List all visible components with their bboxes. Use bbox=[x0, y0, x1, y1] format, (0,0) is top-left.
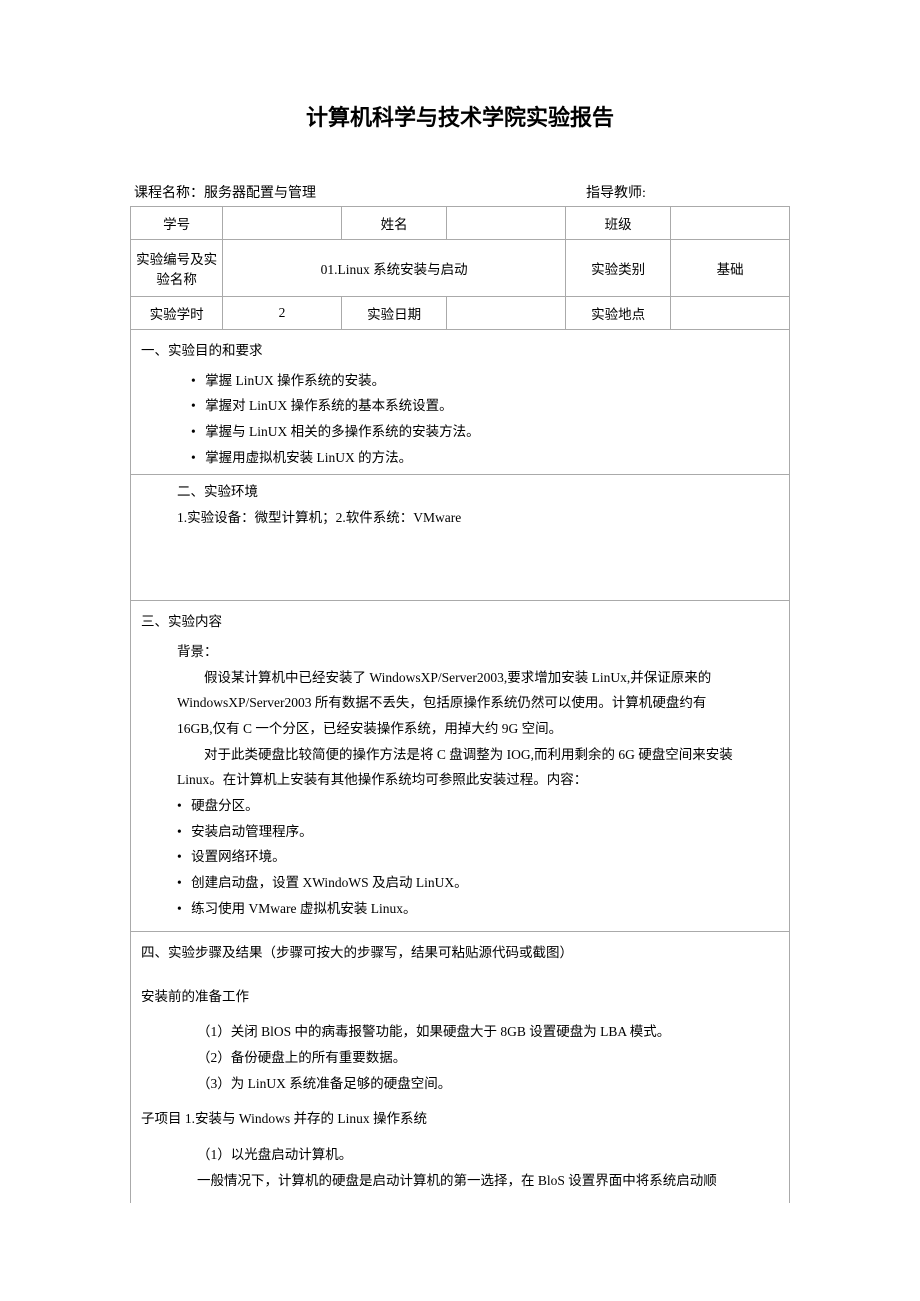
section3-list: 硬盘分区。 安装启动管理程序。 设置网络环境。 创建启动盘，设置 XWindoW… bbox=[177, 793, 779, 921]
section-4: 四、实验步骤及结果（步骤可按大的步骤写，结果可粘贴源代码或截图） 安装前的准备工… bbox=[130, 932, 790, 1203]
list-item: 掌握 LinUX 操作系统的安装。 bbox=[191, 368, 779, 394]
meta-row: 课程名称：服务器配置与管理 指导教师: bbox=[130, 182, 790, 202]
prep-2: （2）备份硬盘上的所有重要数据。 bbox=[141, 1045, 779, 1071]
cell-student-id-value bbox=[223, 207, 342, 240]
prep-3: （3）为 LinUX 系统准备足够的硬盘空间。 bbox=[141, 1071, 779, 1097]
section3-head: 三、实验内容 bbox=[141, 609, 779, 635]
cell-place-value bbox=[671, 297, 790, 330]
section1-head: 一、实验目的和要求 bbox=[141, 338, 779, 364]
cell-exp-type-value: 基础 bbox=[671, 240, 790, 297]
section2-line: 1.实验设备：微型计算机；2.软件系统：VMware bbox=[177, 505, 779, 531]
cell-name-value bbox=[447, 207, 566, 240]
cell-class-label: 班级 bbox=[565, 207, 670, 240]
cell-class-value bbox=[671, 207, 790, 240]
section2-head: 二、实验环境 bbox=[177, 479, 779, 505]
cell-exp-name-value: 01.Linux 系统安装与启动 bbox=[223, 240, 566, 297]
table-row: 实验编号及实验名称 01.Linux 系统安装与启动 实验类别 基础 bbox=[131, 240, 790, 297]
cell-date-value bbox=[447, 297, 566, 330]
bg-p5: Linux。在计算机上安装有其他操作系统均可参照此安装过程。内容： bbox=[141, 767, 779, 793]
bg-p4: 对于此类硬盘比较简便的操作方法是将 C 盘调整为 IOG,而利用剩余的 6G 硬… bbox=[141, 742, 779, 768]
table-row: 学号 姓名 班级 bbox=[131, 207, 790, 240]
cell-exp-type-label: 实验类别 bbox=[565, 240, 670, 297]
table-row: 实验学时 2 实验日期 实验地点 bbox=[131, 297, 790, 330]
bg-p3: 16GB,仅有 C 一个分区，已经安装操作系统，用掉大约 9G 空间。 bbox=[141, 716, 779, 742]
info-table: 学号 姓名 班级 实验编号及实验名称 01.Linux 系统安装与启动 实验类别… bbox=[130, 206, 790, 330]
bg-p2: WindowsXP/Server2003 所有数据不丢失，包括原操作系统仍然可以… bbox=[141, 690, 779, 716]
cell-place-label: 实验地点 bbox=[565, 297, 670, 330]
section4-head: 四、实验步骤及结果（步骤可按大的步骤写，结果可粘贴源代码或截图） bbox=[141, 940, 779, 966]
cell-name-label: 姓名 bbox=[341, 207, 446, 240]
section-1-2: 一、实验目的和要求 掌握 LinUX 操作系统的安装。 掌握对 LinUX 操作… bbox=[130, 330, 790, 601]
course-value: 服务器配置与管理 bbox=[204, 186, 316, 201]
cell-student-id-label: 学号 bbox=[131, 207, 223, 240]
cell-hours-label: 实验学时 bbox=[131, 297, 223, 330]
bg-p1: 假设某计算机中已经安装了 WindowsXP/Server2003,要求增加安装… bbox=[141, 665, 779, 691]
list-item: 设置网络环境。 bbox=[177, 844, 779, 870]
list-item: 硬盘分区。 bbox=[177, 793, 779, 819]
cell-date-label: 实验日期 bbox=[341, 297, 446, 330]
teacher-label: 指导教师: bbox=[586, 186, 646, 201]
prep-1: （1）关闭 BlOS 中的病毒报警功能，如果硬盘大于 8GB 设置硬盘为 LBA… bbox=[141, 1019, 779, 1045]
list-item: 练习使用 VMware 虚拟机安装 Linux。 bbox=[177, 896, 779, 922]
list-item: 创建启动盘，设置 XWindoWS 及启动 LinUX。 bbox=[177, 870, 779, 896]
section1-list: 掌握 LinUX 操作系统的安装。 掌握对 LinUX 操作系统的基本系统设置。… bbox=[191, 368, 779, 471]
bg-label: 背景： bbox=[141, 639, 779, 665]
cell-exp-name-label: 实验编号及实验名称 bbox=[131, 240, 223, 297]
sub1-a: （1）以光盘启动计算机。 bbox=[141, 1142, 779, 1168]
cell-hours-value: 2 bbox=[223, 297, 342, 330]
sub1-b: 一般情况下，计算机的硬盘是启动计算机的第一选择，在 BloS 设置界面中将系统启… bbox=[141, 1168, 779, 1194]
page-title: 计算机科学与技术学院实验报告 bbox=[130, 100, 790, 132]
section-3: 三、实验内容 背景： 假设某计算机中已经安装了 WindowsXP/Server… bbox=[130, 601, 790, 932]
divider bbox=[131, 474, 789, 475]
list-item: 掌握用虚拟机安装 LinUX 的方法。 bbox=[191, 445, 779, 471]
course-label: 课程名称： bbox=[134, 186, 204, 201]
sub1-head: 子项目 1.安装与 Windows 并存的 Linux 操作系统 bbox=[141, 1106, 779, 1132]
list-item: 掌握对 LinUX 操作系统的基本系统设置。 bbox=[191, 393, 779, 419]
list-item: 掌握与 LinUX 相关的多操作系统的安装方法。 bbox=[191, 419, 779, 445]
prep-head: 安装前的准备工作 bbox=[141, 984, 779, 1010]
list-item: 安装启动管理程序。 bbox=[177, 819, 779, 845]
